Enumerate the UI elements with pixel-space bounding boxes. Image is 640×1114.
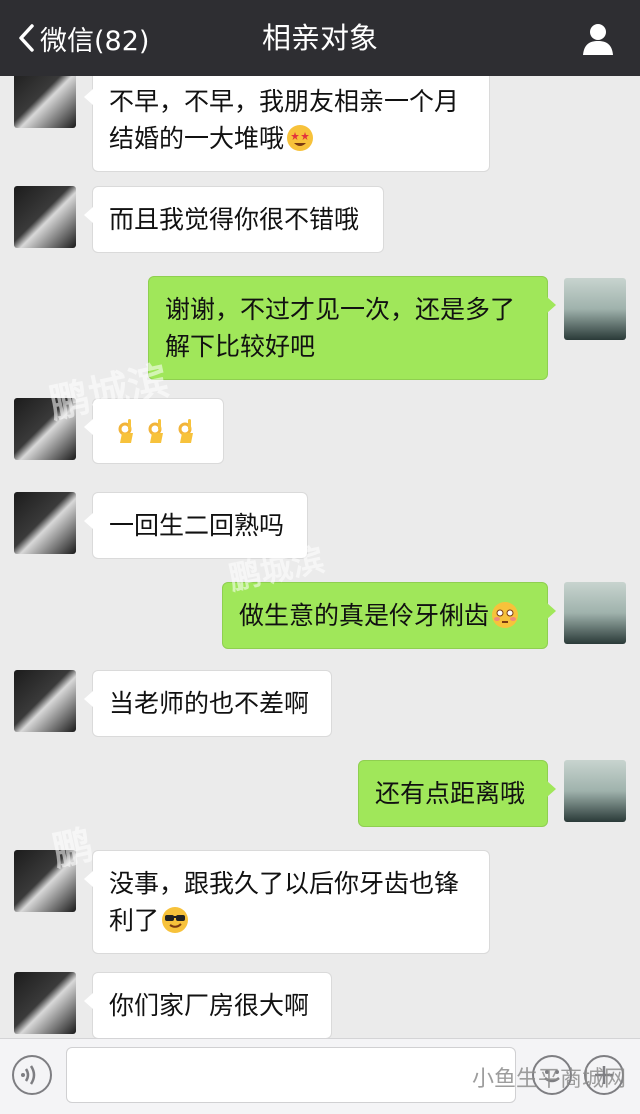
profile-button[interactable] (582, 22, 614, 56)
message-input[interactable] (66, 1047, 516, 1103)
input-bar: 小鱼生平商城网 (0, 1038, 640, 1114)
back-button[interactable]: 微信(82) (18, 18, 149, 58)
chat-title: 相亲对象 (261, 21, 378, 55)
user-profile-icon (583, 24, 613, 55)
ok-hand-emoji-icon (109, 417, 139, 446)
chevron-left-icon (19, 24, 34, 52)
message-bubble-incoming[interactable]: 你们家厂房很大啊 (84, 972, 332, 1038)
message-line: 谢谢，不过才见一次，还是多了 (165, 295, 516, 324)
ok-hand-emoji-icon (169, 417, 199, 446)
contact-avatar[interactable] (14, 670, 76, 732)
contact-avatar[interactable] (14, 850, 76, 912)
message-line: 还有点距离哦 (375, 779, 526, 808)
my-avatar[interactable] (564, 582, 626, 644)
message-bubble-incoming[interactable]: 当老师的也不差啊 (84, 670, 332, 737)
message-line: 当老师的也不差啊 (109, 689, 310, 718)
message-bubble-incoming[interactable] (84, 398, 224, 464)
message-bubble-incoming[interactable]: 不早，不早，我朋友相亲一个月 结婚的一大堆哦 (84, 76, 490, 172)
message-bubble-outgoing[interactable]: 做生意的真是伶牙俐齿 (222, 582, 556, 649)
contact-avatar[interactable] (14, 76, 76, 128)
voice-icon (21, 1065, 36, 1085)
message-line: 做生意的真是伶牙俐齿 (239, 597, 531, 634)
contact-avatar[interactable] (14, 972, 76, 1034)
message-bubble-incoming[interactable]: 而且我觉得你很不错哦 (84, 186, 384, 253)
message-line: 没事，跟我久了以后你牙齿也锋 (109, 869, 460, 898)
contact-avatar[interactable] (14, 186, 76, 248)
contact-avatar[interactable] (14, 398, 76, 460)
my-avatar[interactable] (564, 760, 626, 822)
message-bubble-incoming[interactable]: 一回生二回熟吗 (84, 492, 308, 559)
star-struck-emoji-icon (287, 125, 314, 151)
voice-input-button[interactable] (12, 1055, 52, 1095)
message-line: 解下比较好吧 (165, 332, 316, 361)
message-line: 利了 (109, 902, 473, 939)
flushed-emoji-icon (492, 602, 519, 628)
sunglasses-emoji-icon (162, 907, 189, 933)
message-line: 不早，不早，我朋友相亲一个月 (109, 87, 460, 116)
chat-area[interactable]: 不早，不早，我朋友相亲一个月 结婚的一大堆哦 而且我觉得你很不错哦 谢谢，不过才… (0, 76, 640, 1038)
message-line: 而且我觉得你很不错哦 (109, 205, 360, 234)
contact-avatar[interactable] (14, 492, 76, 554)
my-avatar[interactable] (564, 278, 626, 340)
corner-watermark: 小鱼生平商城网 (471, 1067, 626, 1092)
message-line: 你们家厂房很大啊 (109, 991, 310, 1020)
ok-hand-emoji-icon (139, 417, 169, 446)
message-bubble-incoming[interactable]: 没事，跟我久了以后你牙齿也锋 利了 (84, 850, 490, 954)
message-line: 一回生二回熟吗 (109, 511, 285, 540)
message-bubble-outgoing[interactable]: 还有点距离哦 (358, 760, 556, 827)
navigation-bar: 微信(82) 相亲对象 (0, 0, 640, 76)
message-line: 结婚的一大堆哦 (109, 120, 473, 157)
back-label: 微信(82) (40, 25, 150, 57)
message-bubble-outgoing[interactable]: 谢谢，不过才见一次，还是多了 解下比较好吧 (148, 276, 556, 380)
